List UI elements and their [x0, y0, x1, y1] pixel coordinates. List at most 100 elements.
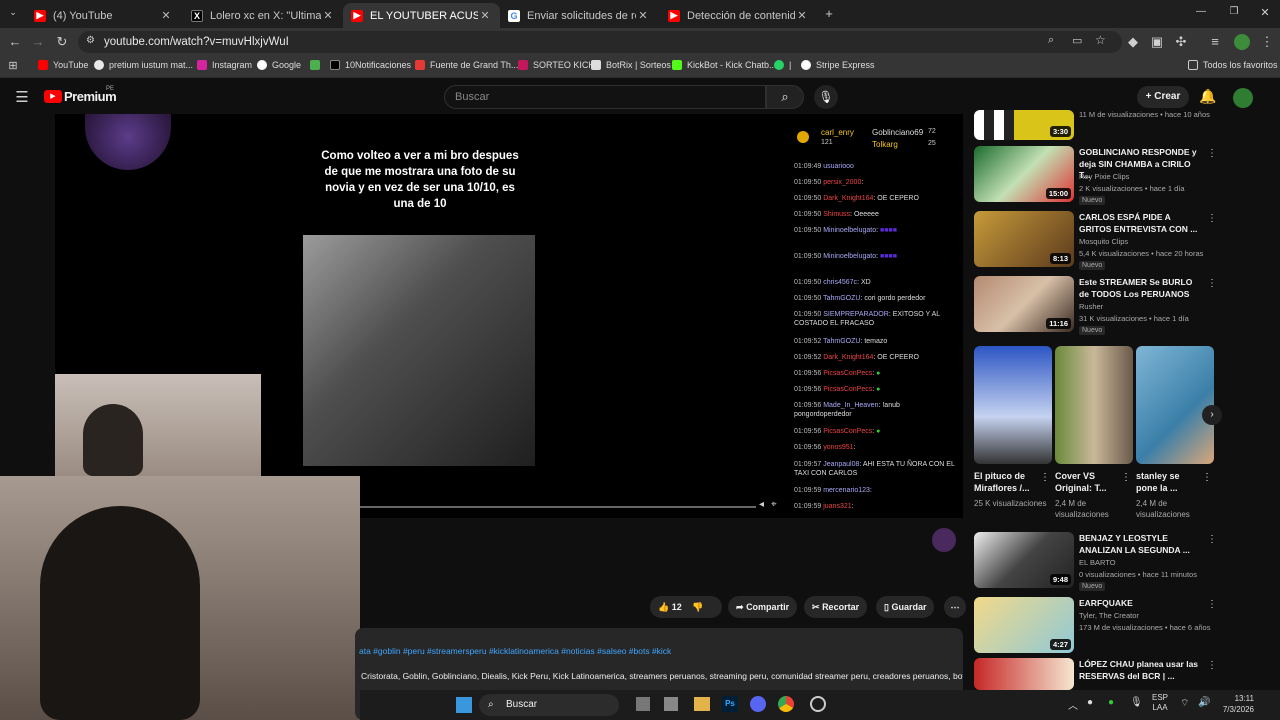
bookmark-botrix[interactable]: BotRix | Sorteos	[591, 60, 671, 70]
zoom-icon[interactable]: ⌕	[1048, 34, 1054, 47]
create-button[interactable]: + Crear	[1137, 86, 1189, 108]
close-icon[interactable]: ✕	[159, 9, 173, 22]
recommendation-5[interactable]: 4:27 EARFQUAKE Tyler, The Creator 173 M …	[974, 597, 1217, 653]
more-icon[interactable]: ⋮	[1040, 472, 1050, 483]
tab-0[interactable]: ▶ (4) YouTube ✕	[26, 3, 181, 28]
video-progress-bar[interactable]	[358, 506, 756, 508]
bookmark-pretium[interactable]: pretium iustum mat...	[94, 60, 193, 70]
puzzle-icon[interactable]: ✣	[1172, 34, 1190, 50]
bookmark-sorteo-kick[interactable]: SORTEO KICK	[518, 60, 594, 70]
close-icon[interactable]: ✕	[636, 9, 650, 22]
bookmark-stripe[interactable]: Stripe Express	[801, 60, 875, 70]
restore-icon[interactable]: ❐	[1225, 6, 1243, 17]
recommendation-1[interactable]: 15:00 GOBLINCIANO RESPONDE y deja SIN CH…	[974, 146, 1217, 206]
more-actions-button[interactable]: ⋯	[944, 596, 966, 618]
close-icon[interactable]: ✕	[321, 9, 335, 22]
like-dislike-group[interactable]: 👍 12 👎	[650, 596, 722, 618]
account-avatar[interactable]	[1233, 88, 1253, 108]
back-icon[interactable]: ←	[6, 34, 24, 49]
menu-icon[interactable]: ⋮	[1258, 34, 1276, 50]
minimize-icon[interactable]: —	[1192, 6, 1210, 17]
more-icon[interactable]: ⋮	[1207, 278, 1217, 289]
video-thumbnail[interactable]: 3:30	[974, 110, 1074, 140]
chrome-icon[interactable]	[778, 696, 794, 712]
tab-3[interactable]: G Enviar solicitudes de retirada p✕	[500, 3, 658, 28]
short-title[interactable]: Cover VS Original: T...	[1055, 470, 1121, 494]
video-title[interactable]: LÓPEZ CHAU planea usar las RESERVAS del …	[1079, 659, 1204, 682]
shorts-next-button[interactable]: ›	[1202, 405, 1222, 425]
more-icon[interactable]: ⋮	[1207, 148, 1217, 159]
bookmark-star-icon[interactable]: ☆	[1095, 33, 1106, 47]
tab-1[interactable]: X Lolero xc en X: "Ultimamente el✕	[183, 3, 343, 28]
site-info-icon[interactable]: ⚙	[86, 35, 95, 46]
video-title[interactable]: CARLOS ESPÁ PIDE A GRITOS ENTREVISTA CON…	[1079, 212, 1204, 235]
clip-button[interactable]: ✂ Recortar	[804, 596, 868, 618]
search-button[interactable]: ⌕	[766, 85, 804, 109]
chevron-up-icon[interactable]: ︿	[1068, 697, 1078, 712]
reading-list-icon[interactable]: ≡	[1206, 34, 1224, 49]
hashtags[interactable]: ata #goblin #peru #streamersperu #kickla…	[359, 646, 671, 656]
short-title[interactable]: stanley se pone la ...	[1136, 470, 1202, 494]
url-input[interactable]: ⚙ youtube.com/watch?v=muvHlxjvWuI ⌕ ▭ ☆	[78, 31, 1122, 53]
extension-icon-2[interactable]: ▣	[1148, 34, 1166, 50]
thumbs-up-icon[interactable]: 👍	[658, 602, 669, 612]
tray-icon-2[interactable]: ●	[1108, 697, 1114, 708]
short-thumbnail[interactable]	[1136, 346, 1214, 464]
bookmark-kickbot[interactable]: KickBot - Kick Chatb...	[672, 60, 777, 70]
microphone-icon[interactable]: 🎙	[1130, 697, 1143, 708]
recommendation-0[interactable]: 3:30 11 M de visualizaciones • hace 10 a…	[974, 110, 1214, 144]
recommendation-4[interactable]: 9:48 BENJAZ Y LEOSTYLE ANALIZAN LA SEGUN…	[974, 532, 1217, 592]
search-input[interactable]: Buscar	[444, 85, 766, 109]
bookmark-grand-theft[interactable]: Fuente de Grand Th...	[415, 60, 518, 70]
forward-icon[interactable]: →	[29, 34, 47, 49]
apps-icon[interactable]: ⊞	[4, 59, 22, 72]
tab-4[interactable]: ▶ Detección de contenido - YouT✕	[660, 3, 817, 28]
bookmark-whatsapp[interactable]: |	[774, 60, 791, 70]
voice-search-button[interactable]: 🎙	[814, 85, 838, 109]
tab-2[interactable]: ▶ EL YOUTUBER ACUSADO DE LO✕	[343, 3, 500, 28]
recommendation-3[interactable]: 11:16 Este STREAMER Se BURLO de TODOS Lo…	[974, 276, 1217, 336]
more-icon[interactable]: ⋮	[1207, 599, 1217, 610]
video-thumbnail[interactable]: 9:48	[974, 532, 1074, 588]
channel-name[interactable]: Rey Pixie Clips	[1079, 172, 1129, 181]
short-thumbnail[interactable]	[1055, 346, 1133, 464]
cast-icon[interactable]: ▭	[1072, 34, 1082, 47]
video-thumbnail[interactable]: 11:16	[974, 276, 1074, 332]
short-title[interactable]: El pituco de Miraflores /...	[974, 470, 1040, 494]
share-button[interactable]: ➦ Compartir	[728, 596, 798, 618]
channel-name[interactable]: EL BARTO	[1079, 558, 1116, 567]
bookmark-notificaciones[interactable]: 10Notificaciones	[330, 60, 411, 70]
volume-icon[interactable]: 🔊	[1198, 697, 1210, 708]
clock[interactable]: 13:11 7/3/2026	[1218, 693, 1254, 715]
more-icon[interactable]: ⋮	[1121, 472, 1131, 483]
thumbs-down-icon[interactable]: 👎	[692, 602, 703, 612]
video-title[interactable]: BENJAZ Y LEOSTYLE ANALIZAN LA SEGUNDA ..…	[1079, 533, 1204, 556]
video-thumbnail[interactable]: 8:13	[974, 211, 1074, 267]
close-icon[interactable]: ✕	[478, 9, 492, 22]
more-icon[interactable]: ⋮	[1207, 534, 1217, 545]
close-icon[interactable]: ✕	[795, 9, 809, 22]
task-view-icon[interactable]	[636, 697, 650, 711]
more-icon[interactable]: ⋮	[1207, 660, 1217, 671]
video-thumbnail[interactable]: 15:00	[974, 146, 1074, 202]
channel-name[interactable]: Mosquito Clips	[1079, 237, 1128, 246]
file-icon[interactable]	[664, 697, 678, 711]
bookmark-pinwheel[interactable]	[310, 60, 325, 70]
new-tab-icon[interactable]: +	[820, 6, 838, 21]
youtube-logo-icon[interactable]: ▶	[44, 90, 62, 103]
video-title[interactable]: Este STREAMER Se BURLO de TODOS Los PERU…	[1079, 277, 1204, 300]
tab-search-icon[interactable]: ⌄	[4, 7, 22, 18]
reload-icon[interactable]: ↻	[53, 34, 71, 50]
channel-name[interactable]: Tyler, The Creator	[1079, 611, 1139, 620]
channel-avatar[interactable]	[932, 528, 956, 552]
recommendation-2[interactable]: 8:13 CARLOS ESPÁ PIDE A GRITOS ENTREVIST…	[974, 211, 1217, 271]
video-thumbnail[interactable]	[974, 658, 1074, 690]
windows-start-icon[interactable]	[456, 697, 472, 713]
photoshop-icon[interactable]: Ps	[722, 696, 738, 712]
save-button[interactable]: ▯ Guardar	[876, 596, 935, 618]
short-thumbnail[interactable]	[974, 346, 1052, 464]
notifications-bell-icon[interactable]: 🔔	[1199, 88, 1217, 105]
hamburger-menu-icon[interactable]: ☰	[13, 88, 31, 106]
wifi-icon[interactable]: ⌔	[1180, 697, 1189, 710]
video-title[interactable]: EARFQUAKE	[1079, 598, 1204, 610]
